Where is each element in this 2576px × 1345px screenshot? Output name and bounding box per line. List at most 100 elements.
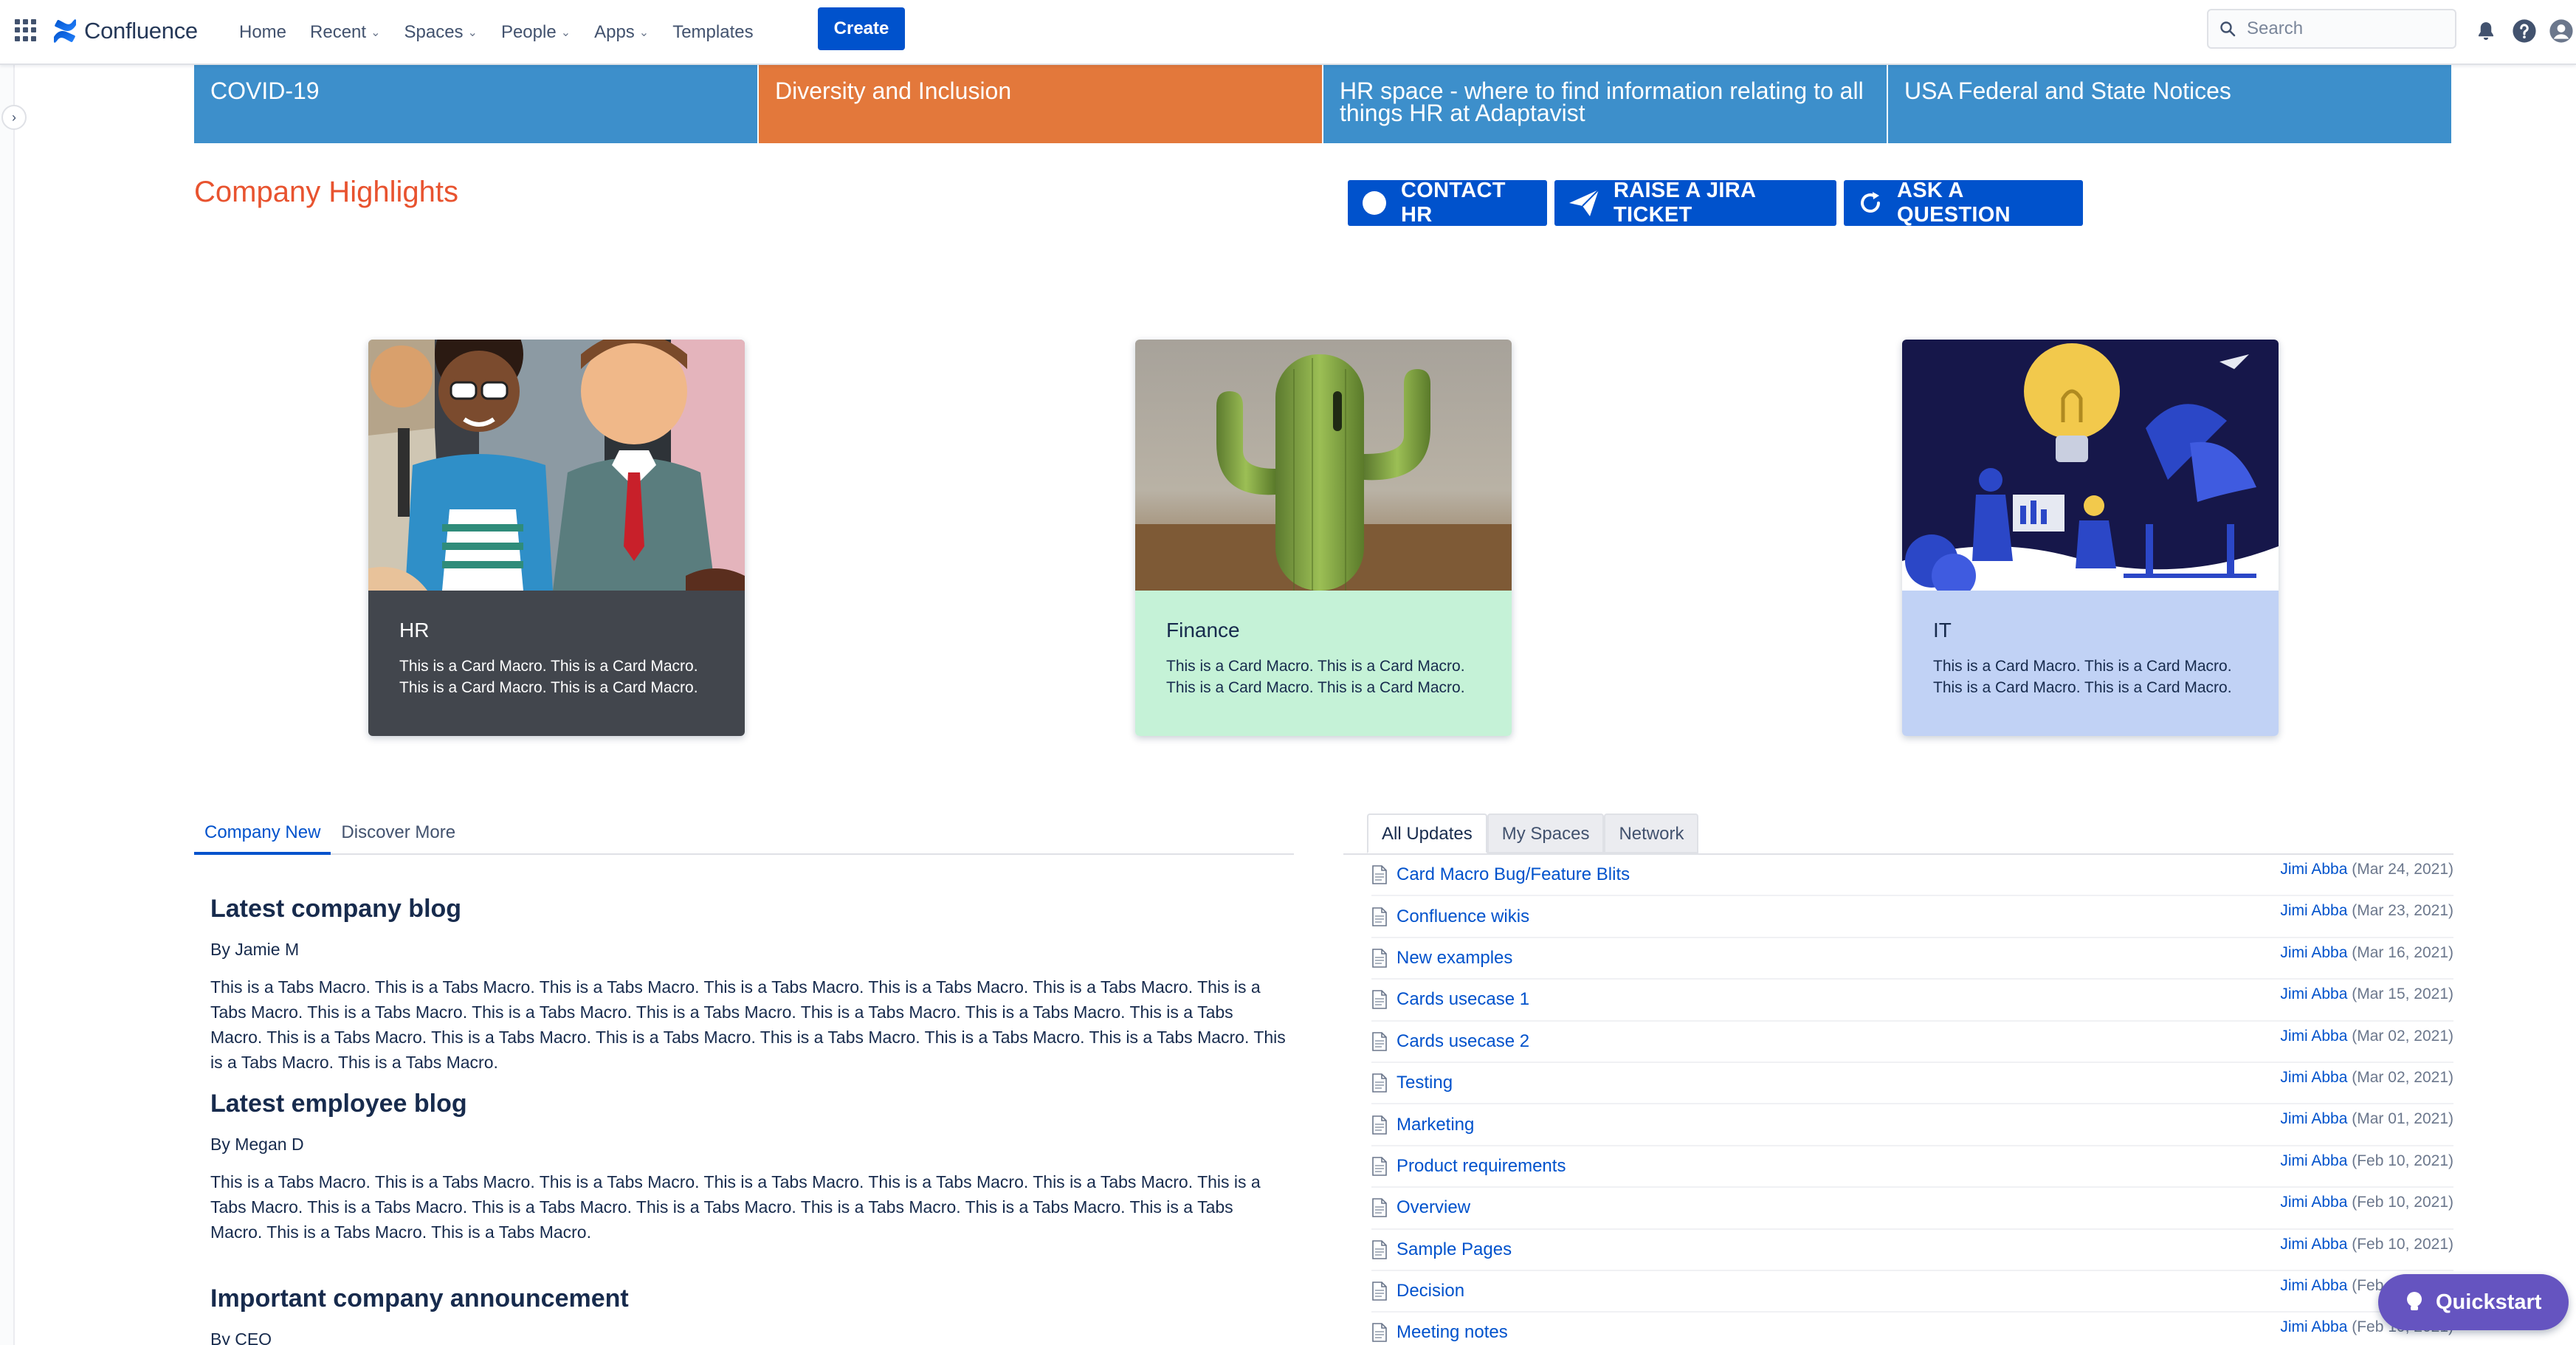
- update-author-link[interactable]: Jimi Abba: [2280, 902, 2347, 919]
- update-author-link[interactable]: Jimi Abba: [2280, 1194, 2347, 1211]
- update-row: DecisionJimi Abba (Feb 10, 2021): [1371, 1271, 2453, 1313]
- collapsed-sidebar: [0, 65, 15, 1345]
- app-name: Confluence: [84, 18, 198, 44]
- app-switcher-icon[interactable]: [15, 19, 37, 41]
- refresh-icon: [1857, 190, 1884, 216]
- contact-hr-label: CONTACT HR: [1401, 179, 1506, 227]
- blog-title[interactable]: Latest employee blog: [210, 1090, 1288, 1118]
- raise-jira-ticket-button[interactable]: RAISE A JIRA TICKET: [1554, 179, 1836, 227]
- create-button[interactable]: Create: [818, 7, 905, 50]
- card-title: HR: [399, 619, 430, 641]
- page-icon: [1372, 1282, 1387, 1301]
- nav-item-recent[interactable]: Recent ⌄: [298, 0, 392, 65]
- update-author-link[interactable]: Jimi Abba: [2280, 1110, 2347, 1127]
- banner-tile[interactable]: COVID-19: [194, 65, 759, 143]
- nav-item-apps[interactable]: Apps ⌄: [582, 0, 661, 65]
- lightbulb-icon: [2405, 1291, 2424, 1313]
- update-row: Cards usecase 2 Jimi Abba (Mar 02, 2021): [1371, 1022, 2453, 1063]
- confluence-logo[interactable]: Confluence: [52, 15, 198, 47]
- card-it-body: IT This is a Card Macro. This is a Card …: [1902, 591, 2279, 736]
- update-page-link[interactable]: Overview: [1397, 1197, 1470, 1218]
- nav-item-people[interactable]: People ⌄: [489, 0, 582, 65]
- update-page-link[interactable]: Cards usecase 2: [1397, 1031, 1529, 1052]
- blog-author: By Jamie M: [210, 940, 300, 959]
- card-text: This is a Card Macro. This is a Card Mac…: [399, 658, 698, 696]
- page-icon: [1372, 1323, 1387, 1343]
- expand-sidebar-chevron-icon[interactable]: ›: [1, 105, 27, 130]
- ask-a-question-label: ASK A QUESTION: [1897, 179, 2011, 227]
- update-page-link[interactable]: Confluence wikis: [1397, 907, 1529, 927]
- update-meta: Jimi Abba (Mar 24, 2021): [2280, 861, 2453, 878]
- nav-item-spaces[interactable]: Spaces ⌄: [392, 0, 489, 65]
- update-row: New examples Jimi Abba (Mar 16, 2021): [1371, 938, 2453, 980]
- update-date: (Mar 15, 2021): [2352, 985, 2453, 1003]
- card-title: IT: [1933, 619, 1952, 641]
- page-icon: [1372, 1031, 1387, 1051]
- nav-item-home[interactable]: Home: [227, 0, 298, 65]
- user-avatar-icon[interactable]: [2546, 16, 2576, 46]
- update-meta: Jimi Abba (Mar 23, 2021): [2280, 902, 2453, 920]
- search-field[interactable]: [2207, 9, 2456, 49]
- update-date: (Mar 24, 2021): [2352, 861, 2453, 878]
- update-author-link[interactable]: Jimi Abba: [2280, 944, 2347, 961]
- update-author-link[interactable]: Jimi Abba: [2280, 1236, 2347, 1253]
- blog-text: This is a Tabs Macro. This is a Tabs Mac…: [210, 1172, 1261, 1242]
- update-row: Card Macro Bug/Feature Blits Jimi Abba (M…: [1371, 855, 2453, 897]
- update-author-link[interactable]: Jimi Abba: [2280, 1277, 2347, 1294]
- banner-tile[interactable]: USA Federal and State Notices: [1888, 65, 2453, 143]
- update-date: (Mar 23, 2021): [2352, 902, 2453, 920]
- help-icon[interactable]: [2510, 16, 2539, 46]
- tab-company-new[interactable]: Company New: [194, 812, 331, 855]
- blog-author: By CEO: [210, 1329, 272, 1345]
- tab-discover-more[interactable]: Discover More: [331, 812, 466, 855]
- card-hr[interactable]: HR This is a Card Macro. This is a Card …: [368, 340, 745, 736]
- update-author-link[interactable]: Jimi Abba: [2280, 1318, 2347, 1335]
- update-page-link[interactable]: Marketing: [1397, 1115, 1474, 1135]
- blog-title[interactable]: Latest company blog: [210, 895, 1288, 923]
- update-page-link[interactable]: Product requirements: [1397, 1156, 1566, 1177]
- update-author-link[interactable]: Jimi Abba: [2280, 1069, 2347, 1086]
- search-input[interactable]: [2247, 18, 2431, 39]
- contact-hr-button[interactable]: CONTACT HR: [1348, 179, 1547, 227]
- quickstart-button[interactable]: Quickstart: [2378, 1274, 2569, 1330]
- notification-icon[interactable]: [2471, 16, 2501, 46]
- card-title: Finance: [1166, 619, 1240, 641]
- blog-title[interactable]: Important company announcement: [210, 1284, 1288, 1313]
- update-page-link[interactable]: Meeting notes: [1397, 1322, 1508, 1343]
- update-page-link[interactable]: Testing: [1397, 1073, 1453, 1093]
- update-page-link[interactable]: Decision: [1397, 1281, 1464, 1301]
- blog-latest-company: Latest company blog By Jamie M This is a…: [210, 895, 1288, 1075]
- update-author-link[interactable]: Jimi Abba: [2280, 985, 2347, 1002]
- chevron-down-icon: ⌄: [560, 27, 571, 39]
- update-author-link[interactable]: Jimi Abba: [2280, 861, 2347, 878]
- nav-item-templates[interactable]: Templates: [661, 0, 765, 65]
- update-page-link[interactable]: Card Macro Bug/Feature Blits: [1397, 864, 1630, 885]
- update-page-link[interactable]: New examples: [1397, 948, 1512, 969]
- update-author-link[interactable]: Jimi Abba: [2280, 1028, 2347, 1045]
- confluence-logo-icon: [54, 19, 76, 43]
- card-text: This is a Card Macro. This is a Card Mac…: [1166, 658, 1465, 696]
- card-finance[interactable]: Finance This is a Card Macro. This is a …: [1135, 340, 1512, 736]
- banner-tile[interactable]: HR space - where to find information rel…: [1323, 65, 1888, 143]
- update-date: (Mar 02, 2021): [2352, 1068, 2453, 1086]
- tab-all-updates[interactable]: All Updates: [1367, 813, 1487, 853]
- ask-a-question-button[interactable]: ASK A QUESTION: [1844, 179, 2083, 227]
- tab-my-spaces[interactable]: My Spaces: [1487, 813, 1605, 853]
- raise-jira-ticket-label: RAISE A JIRA TICKET: [1614, 179, 1756, 227]
- card-it[interactable]: IT This is a Card Macro. This is a Card …: [1902, 340, 2279, 736]
- chevron-down-icon: ⌄: [467, 27, 478, 39]
- update-page-link[interactable]: Sample Pages: [1397, 1239, 1512, 1260]
- update-date: (Feb 10, 2021): [2352, 1152, 2453, 1169]
- page-icon: [1372, 990, 1387, 1010]
- updates-tabs: All Updates My Spaces Network: [1367, 813, 1699, 853]
- update-meta: Jimi Abba (Mar 16, 2021): [2280, 944, 2453, 962]
- update-author-link[interactable]: Jimi Abba: [2280, 1152, 2347, 1169]
- update-row: Cards usecase 1 Jimi Abba (Mar 15, 2021): [1371, 980, 2453, 1022]
- update-meta: Jimi Abba (Mar 02, 2021): [2280, 1028, 2453, 1045]
- tab-network[interactable]: Network: [1604, 813, 1699, 853]
- banner-tile[interactable]: Diversity and Inclusion: [759, 65, 1323, 143]
- update-row: Marketing Jimi Abba (Mar 01, 2021): [1371, 1104, 2453, 1146]
- page-icon: [1372, 1157, 1387, 1176]
- update-page-link[interactable]: Cards usecase 1: [1397, 989, 1529, 1010]
- chevron-down-icon: ⌄: [638, 27, 650, 39]
